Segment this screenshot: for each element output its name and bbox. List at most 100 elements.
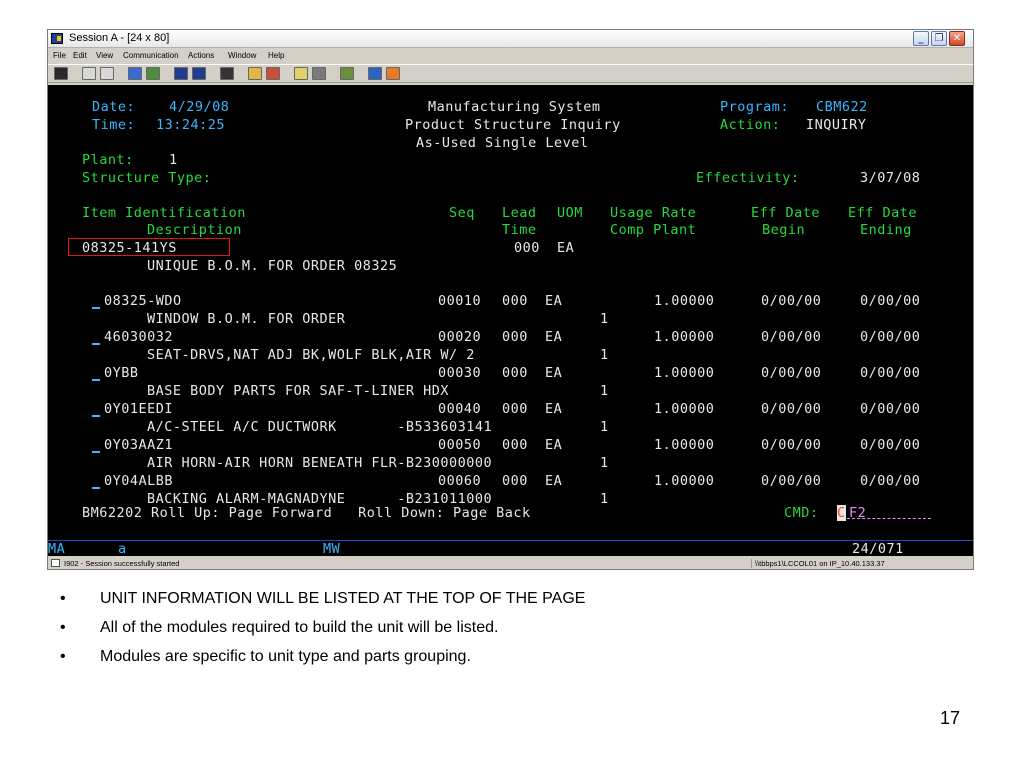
parent-description: UNIQUE B.O.M. FOR ORDER 08325: [147, 258, 398, 274]
setup-icon[interactable]: [340, 67, 354, 80]
print-screen-icon[interactable]: [54, 67, 68, 80]
page-number: 17: [940, 708, 961, 728]
component-item-id[interactable]: 0YBB: [104, 365, 139, 381]
component-comp-plant: 1: [600, 311, 609, 327]
component-usage-rate: 1.00000: [654, 437, 715, 453]
component-eff-end: 0/00/00: [860, 401, 921, 417]
header-eff-date-ending: Eff Date: [848, 205, 918, 221]
effectivity-value[interactable]: 3/07/08: [860, 170, 920, 186]
row-select-field[interactable]: [92, 307, 100, 309]
record-icon[interactable]: [248, 67, 262, 80]
header-begin: Begin: [762, 222, 806, 238]
component-eff-end: 0/00/00: [860, 365, 921, 381]
plant-value[interactable]: 1: [169, 152, 178, 168]
maximize-button[interactable]: ❐: [931, 31, 947, 46]
component-uom: EA: [545, 293, 563, 309]
row-select-field[interactable]: [92, 451, 100, 453]
session-app-icon[interactable]: [51, 33, 63, 44]
component-item-id[interactable]: 46030032: [104, 329, 173, 345]
component-uom: EA: [545, 473, 563, 489]
function-key-help: BM62202 Roll Up: Page Forward Roll Down:…: [82, 505, 531, 521]
menu-actions[interactable]: Actions: [188, 51, 214, 60]
component-seq: 00020: [438, 329, 482, 345]
bullet-dot: •: [60, 590, 66, 607]
row-select-field[interactable]: [92, 343, 100, 345]
parent-item-id[interactable]: 08325-141YS: [82, 240, 177, 256]
component-seq: 00060: [438, 473, 482, 489]
action-value: INQUIRY: [806, 117, 867, 133]
time-label: Time:: [92, 117, 136, 133]
header-description: Description: [147, 222, 242, 238]
component-eff-end: 0/00/00: [860, 473, 921, 489]
component-uom: EA: [545, 437, 563, 453]
menu-communication[interactable]: Communication: [123, 51, 179, 60]
time-value: 13:24:25: [156, 117, 226, 133]
component-uom: EA: [545, 329, 563, 345]
window-title: Session A - [24 x 80]: [69, 32, 170, 44]
menu-view[interactable]: View: [96, 51, 113, 60]
component-item-id[interactable]: 0Y01EEDI: [104, 401, 173, 417]
header-eff-date-begin: Eff Date: [751, 205, 821, 221]
menu-file[interactable]: File: [53, 51, 66, 60]
color-icon[interactable]: [368, 67, 382, 80]
connection-info: \\tbbps1\LCCOL01 on IP_10.40.133.37: [751, 559, 885, 568]
title-bar[interactable]: Session A - [24 x 80] _ ❐ ✕: [48, 30, 973, 48]
transfer-icon[interactable]: [312, 67, 326, 80]
close-button[interactable]: ✕: [949, 31, 965, 46]
structure-type-label: Structure Type:: [82, 170, 212, 186]
header-usage-rate: Usage Rate: [610, 205, 697, 221]
component-item-id[interactable]: 0Y03AAZ1: [104, 437, 173, 453]
send-icon[interactable]: [128, 67, 142, 80]
receive-icon[interactable]: [146, 67, 160, 80]
component-eff-begin: 0/00/00: [761, 365, 822, 381]
header-lead: Lead: [502, 205, 537, 221]
component-item-id[interactable]: 0Y04ALBB: [104, 473, 173, 489]
paste-icon[interactable]: [100, 67, 114, 80]
component-description: BASE BODY PARTS FOR SAF-T-LINER HDX: [147, 383, 449, 399]
component-lead-time: 000: [502, 473, 528, 489]
status-message: I902 - Session successfully started: [64, 559, 180, 568]
component-usage-rate: 1.00000: [654, 293, 715, 309]
row-select-field[interactable]: [92, 487, 100, 489]
oia-mw: MW: [323, 541, 341, 557]
component-usage-rate: 1.00000: [654, 365, 715, 381]
component-seq: 00050: [438, 437, 482, 453]
component-lead-time: 000: [502, 437, 528, 453]
bullet-dot: •: [60, 619, 66, 636]
row-select-field[interactable]: [92, 415, 100, 417]
component-comp-plant: 1: [600, 455, 609, 471]
component-item-id[interactable]: 08325-WDO: [104, 293, 182, 309]
component-description: SEAT-DRVS,NAT ADJ BK,WOLF BLK,AIR W/ 2: [147, 347, 475, 363]
cmd-input[interactable]: F2: [849, 505, 866, 521]
header-time: Time: [502, 222, 537, 238]
menu-window[interactable]: Window: [228, 51, 256, 60]
bullet-text-2: All of the modules required to build the…: [100, 619, 499, 636]
program-value: CBM622: [816, 99, 868, 115]
oia-ma-indicator: MA: [48, 541, 66, 557]
oia-mode: a: [118, 541, 127, 557]
emulator-window: Session A - [24 x 80] _ ❐ ✕ File Edit Vi…: [47, 29, 974, 570]
stop-icon[interactable]: [266, 67, 280, 80]
component-eff-begin: 0/00/00: [761, 293, 822, 309]
component-eff-begin: 0/00/00: [761, 401, 822, 417]
component-eff-end: 0/00/00: [860, 329, 921, 345]
component-seq: 00040: [438, 401, 482, 417]
component-seq: 00010: [438, 293, 482, 309]
keypad-icon[interactable]: [192, 67, 206, 80]
help-icon[interactable]: [386, 67, 400, 80]
menu-edit[interactable]: Edit: [73, 51, 87, 60]
minimize-button[interactable]: _: [913, 31, 929, 46]
copy-icon[interactable]: [82, 67, 96, 80]
terminal-screen[interactable]: Date: 4/29/08 Time: 13:24:25 Manufacturi…: [48, 85, 973, 540]
component-uom: EA: [545, 365, 563, 381]
macro-icon[interactable]: [220, 67, 234, 80]
operator-info-area: MA a MW 24/071: [48, 540, 973, 557]
row-select-field[interactable]: [92, 379, 100, 381]
play-icon[interactable]: [294, 67, 308, 80]
screen-subtitle: As-Used Single Level: [416, 135, 589, 151]
component-comp-plant: 1: [600, 491, 609, 507]
display-icon[interactable]: [174, 67, 188, 80]
component-eff-end: 0/00/00: [860, 293, 921, 309]
menu-help[interactable]: Help: [268, 51, 284, 60]
bullet-text-3: Modules are specific to unit type and pa…: [100, 648, 471, 665]
